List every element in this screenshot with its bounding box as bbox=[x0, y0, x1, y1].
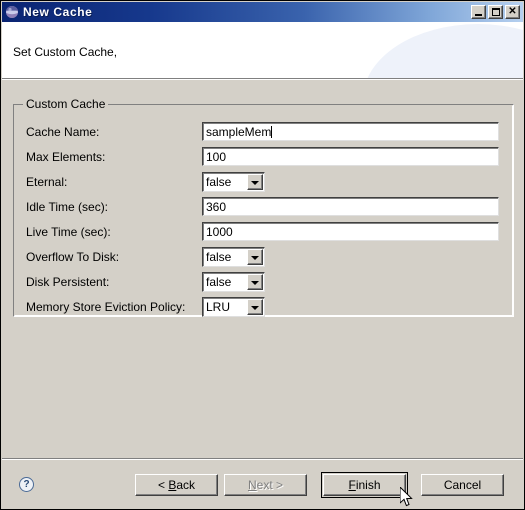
form-row: Eternal: false bbox=[14, 172, 513, 194]
window-title: New Cache bbox=[23, 5, 93, 19]
window-controls: ✕ bbox=[471, 5, 523, 19]
button-bar: ? < Back Next > Finish Cancel bbox=[2, 460, 523, 509]
maximize-icon bbox=[492, 8, 500, 16]
wizard-banner: Set Custom Cache, bbox=[2, 22, 523, 78]
form-row: Overflow To Disk: false bbox=[14, 247, 513, 269]
globe-icon bbox=[5, 5, 19, 19]
close-button[interactable]: ✕ bbox=[505, 5, 520, 19]
custom-cache-group: Custom Cache Cache Name: sampleMem Max Ele… bbox=[13, 97, 514, 319]
banner-decoration-inner bbox=[363, 24, 523, 78]
close-icon: ✕ bbox=[508, 6, 517, 17]
dropdown[interactable]: false bbox=[202, 172, 265, 192]
new-cache-dialog: New Cache ✕ Set Custom Cache, Custom Cac… bbox=[0, 0, 525, 510]
text-input[interactable]: 100 bbox=[202, 147, 499, 166]
field-label: Max Elements: bbox=[26, 150, 106, 164]
dialog-body: Custom Cache Cache Name: sampleMem Max Ele… bbox=[2, 80, 523, 458]
next-rest: ext bbox=[256, 478, 273, 492]
form-row: Cache Name: sampleMem bbox=[14, 122, 513, 144]
text-input-value: 100 bbox=[206, 150, 227, 164]
maximize-button[interactable] bbox=[488, 5, 503, 19]
finish-rest: inish bbox=[355, 478, 381, 492]
field-label: Eternal: bbox=[26, 175, 68, 189]
form-row: Idle Time (sec): 360 bbox=[14, 197, 513, 219]
cancel-button[interactable]: Cancel bbox=[421, 474, 504, 496]
back-prefix: < bbox=[157, 478, 169, 492]
back-button[interactable]: < Back bbox=[135, 474, 218, 496]
chevron-down-icon[interactable] bbox=[247, 174, 263, 190]
text-input-value: 360 bbox=[206, 200, 227, 214]
dropdown[interactable]: false bbox=[202, 247, 265, 267]
chevron-down-icon[interactable] bbox=[247, 299, 263, 315]
next-button[interactable]: Next > bbox=[224, 474, 307, 496]
form-row: Disk Persistent: false bbox=[14, 272, 513, 294]
text-input[interactable]: 360 bbox=[202, 197, 499, 216]
field-label: Disk Persistent: bbox=[26, 275, 110, 289]
chevron-down-icon[interactable] bbox=[247, 274, 263, 290]
finish-mnemonic: F bbox=[348, 478, 356, 492]
field-label: Overflow To Disk: bbox=[26, 250, 120, 264]
text-input[interactable]: sampleMem bbox=[202, 122, 499, 141]
dropdown-value: false bbox=[206, 175, 232, 189]
form-row: Max Elements: 100 bbox=[14, 147, 513, 169]
form-row: Live Time (sec): 1000 bbox=[14, 222, 513, 244]
back-rest: ack bbox=[176, 478, 196, 492]
banner-heading: Set Custom Cache, bbox=[13, 45, 118, 59]
dropdown[interactable]: false bbox=[202, 272, 265, 292]
next-suffix: > bbox=[272, 478, 284, 492]
finish-button-inner: Finish bbox=[323, 474, 406, 496]
field-label: Live Time (sec): bbox=[26, 225, 111, 239]
field-label: Memory Store Eviction Policy: bbox=[26, 300, 186, 314]
field-label: Idle Time (sec): bbox=[26, 200, 109, 214]
group-title: Custom Cache bbox=[23, 97, 109, 111]
chevron-down-icon[interactable] bbox=[247, 249, 263, 265]
form-row: Memory Store Eviction Policy: LRU bbox=[14, 297, 513, 319]
text-input-value: sampleMem bbox=[206, 125, 272, 139]
text-input[interactable]: 1000 bbox=[202, 222, 499, 241]
finish-button[interactable]: Finish bbox=[321, 472, 408, 498]
dropdown[interactable]: LRU bbox=[202, 297, 265, 317]
dropdown-value: LRU bbox=[206, 300, 231, 314]
minimize-button[interactable] bbox=[471, 5, 486, 19]
dropdown-value: false bbox=[206, 275, 232, 289]
dropdown-value: false bbox=[206, 250, 232, 264]
text-input-value: 1000 bbox=[206, 225, 233, 239]
next-mnemonic: N bbox=[247, 478, 257, 492]
title-bar[interactable]: New Cache ✕ bbox=[2, 2, 523, 22]
help-icon[interactable]: ? bbox=[19, 477, 34, 492]
field-label: Cache Name: bbox=[26, 125, 100, 139]
text-caret bbox=[271, 126, 273, 138]
minimize-icon bbox=[475, 14, 482, 16]
